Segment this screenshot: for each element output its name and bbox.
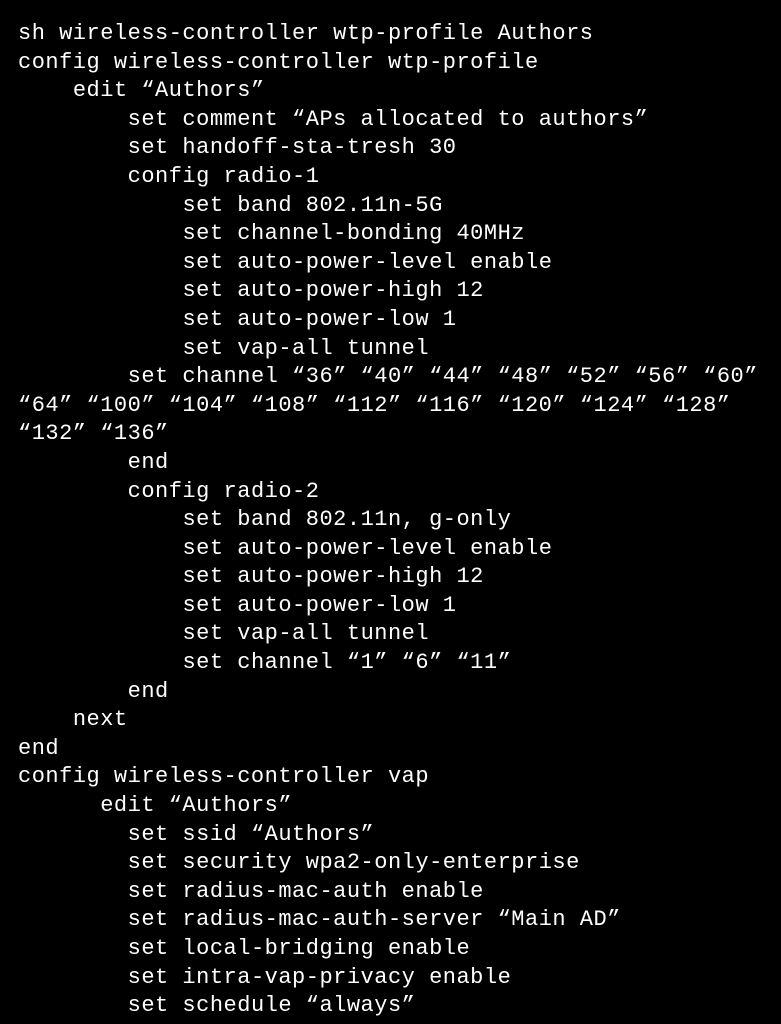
terminal-output: sh wireless-controller wtp-profile Autho… <box>0 0 781 1024</box>
